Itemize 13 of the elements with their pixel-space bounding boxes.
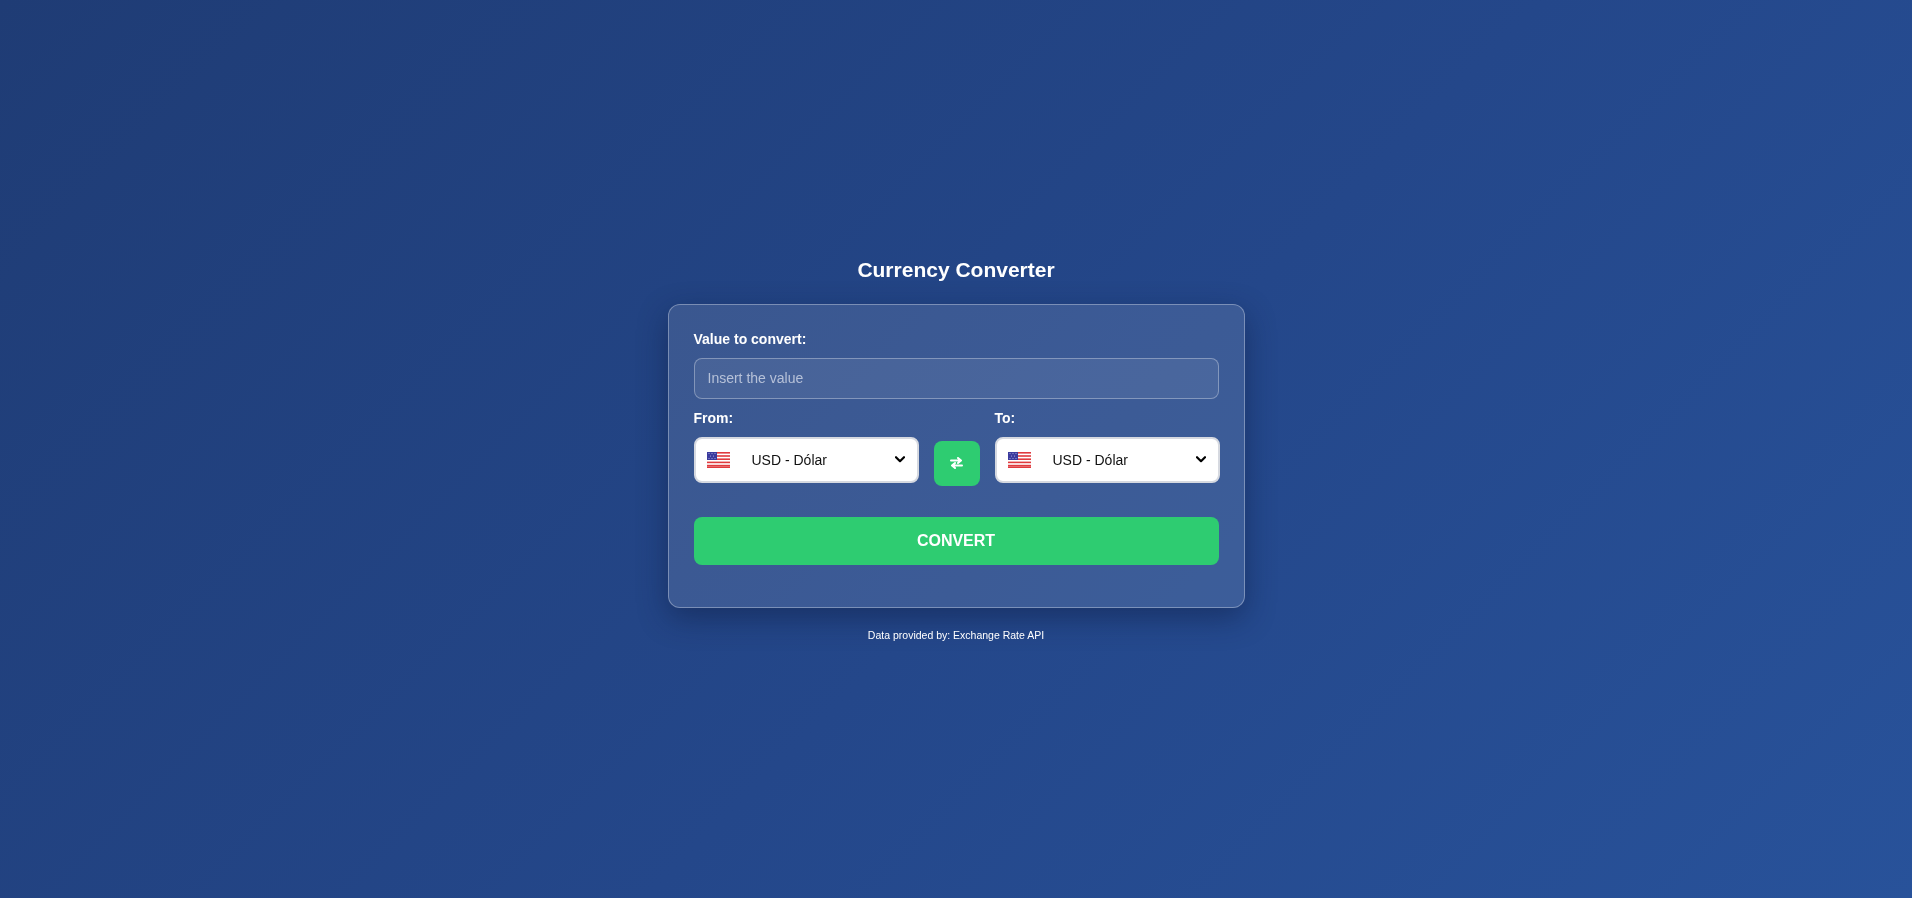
- field-label: From:: [693, 409, 735, 427]
- caret-icon: [1195, 456, 1206, 463]
- footer-credit: Data provided by: Exchange Rate API: [867, 628, 1045, 642]
- currency-select[interactable]: USD - Dólar: [693, 436, 919, 483]
- flag-icon: [706, 451, 730, 468]
- swap-icon: [950, 457, 963, 469]
- caret-icon: [894, 456, 905, 463]
- field-label: Value to convert:: [693, 330, 808, 348]
- swap-button[interactable]: [933, 440, 980, 486]
- app-title: Currency Converter: [857, 256, 1055, 282]
- flag-icon: [1007, 451, 1031, 468]
- currency-select[interactable]: USD - Dólar: [994, 436, 1220, 483]
- field-label: To:: [994, 409, 1017, 427]
